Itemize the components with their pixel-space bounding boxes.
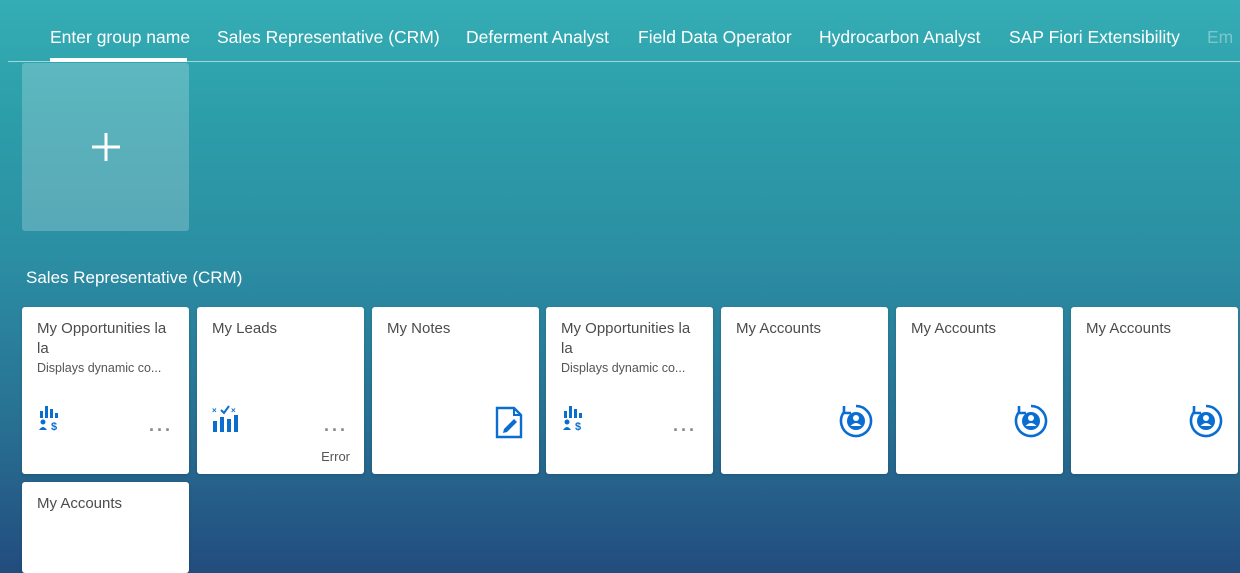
plus-icon [91, 133, 120, 161]
tab-field-data-operator[interactable]: Field Data Operator [638, 27, 792, 48]
tab-sap-fiori-extensibility[interactable]: SAP Fiori Extensibility [1009, 27, 1180, 48]
tab-enter-group-name[interactable]: Enter group name [50, 27, 190, 48]
svg-text:$: $ [575, 421, 581, 431]
tile-my-accounts[interactable]: My Accounts [1071, 307, 1238, 474]
tile-my-accounts[interactable]: My Accounts [896, 307, 1063, 474]
tile-title: My Accounts [37, 495, 123, 512]
tile-title: My Leads [212, 320, 278, 337]
tile-my-accounts[interactable]: My Accounts [721, 307, 888, 474]
account-icon [1014, 404, 1048, 438]
tab-hydrocarbon-analyst[interactable]: Hydrocarbon Analyst [819, 27, 980, 48]
tile-subtitle: Displays dynamic co... [561, 361, 686, 375]
more-indicator: ... [148, 415, 173, 435]
tile-subtitle: Displays dynamic co... [37, 361, 162, 375]
svg-text:$: $ [51, 421, 57, 431]
group-title: Sales Representative (CRM) [26, 268, 243, 287]
tab-deferment-analyst[interactable]: Deferment Analyst [466, 27, 609, 48]
opportunity-icon: $ [563, 406, 582, 431]
leads-chart-icon: × × [212, 405, 238, 432]
svg-text:×: × [231, 406, 236, 415]
tile-title: My Opportunities la la [37, 320, 167, 357]
tile-status-error: Error [321, 449, 350, 464]
more-indicator: ... [323, 415, 348, 435]
account-icon [1189, 404, 1223, 438]
tab-sales-representative[interactable]: Sales Representative (CRM) [217, 27, 440, 48]
add-tile-button[interactable] [22, 63, 189, 231]
tile-my-leads[interactable]: My Leads × × ... Error [197, 307, 364, 474]
tile-my-opportunities[interactable]: My Opportunities la la Displays dynamic … [22, 307, 189, 474]
tile-title: My Opportunities la la [561, 320, 691, 357]
opportunity-icon: $ [39, 406, 58, 431]
group-tab-bar: Enter group name Sales Representative (C… [0, 0, 1240, 62]
account-icon [839, 404, 873, 438]
tile-my-opportunities[interactable]: My Opportunities la la Displays dynamic … [546, 307, 713, 474]
tile-title: My Accounts [1086, 320, 1172, 337]
tile-title: My Accounts [736, 320, 822, 337]
tabbar-divider [8, 61, 1240, 62]
svg-text:×: × [212, 406, 217, 415]
tile-title: My Accounts [911, 320, 997, 337]
notes-icon [495, 406, 523, 439]
tile-title: My Notes [387, 320, 451, 337]
tile-my-accounts[interactable]: My Accounts [22, 482, 189, 573]
tile-my-notes[interactable]: My Notes [372, 307, 539, 474]
more-indicator: ... [672, 415, 697, 435]
tab-overflow-partial[interactable]: Em [1207, 27, 1233, 48]
